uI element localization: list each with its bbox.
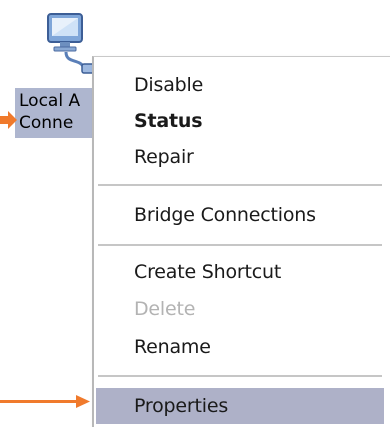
icon-label-line1: Local A (19, 91, 81, 111)
menu-item-rename[interactable]: Rename (96, 329, 384, 365)
menu-item-disable[interactable]: Disable (96, 67, 384, 103)
context-menu: Disable Status Repair Bridge Connections… (92, 56, 390, 427)
callout-arrow-icon (0, 395, 90, 408)
menu-item-label: Disable (134, 74, 204, 96)
menu-item-properties[interactable]: Properties (96, 388, 384, 424)
menu-item-label: Properties (134, 395, 229, 417)
desktop-icon-label[interactable]: Local A Conne (15, 88, 100, 138)
menu-item-create-shortcut[interactable]: Create Shortcut (96, 254, 384, 290)
icon-label-line2: Conne (19, 113, 74, 133)
menu-item-label: Status (134, 110, 203, 132)
menu-item-delete: Delete (96, 291, 384, 327)
menu-item-bridge-connections[interactable]: Bridge Connections (96, 197, 384, 233)
menu-item-label: Create Shortcut (134, 261, 282, 283)
menu-item-label: Bridge Connections (134, 204, 316, 226)
menu-separator (98, 244, 382, 246)
menu-item-status[interactable]: Status (96, 103, 384, 139)
menu-separator (98, 184, 382, 186)
menu-separator (98, 375, 382, 377)
screenshot-stage: Local A Conne Disable Status Repair Brid… (0, 0, 390, 427)
menu-item-label: Rename (134, 336, 211, 358)
menu-item-label: Repair (134, 146, 194, 168)
menu-item-repair[interactable]: Repair (96, 139, 384, 175)
menu-item-label: Delete (134, 298, 196, 320)
